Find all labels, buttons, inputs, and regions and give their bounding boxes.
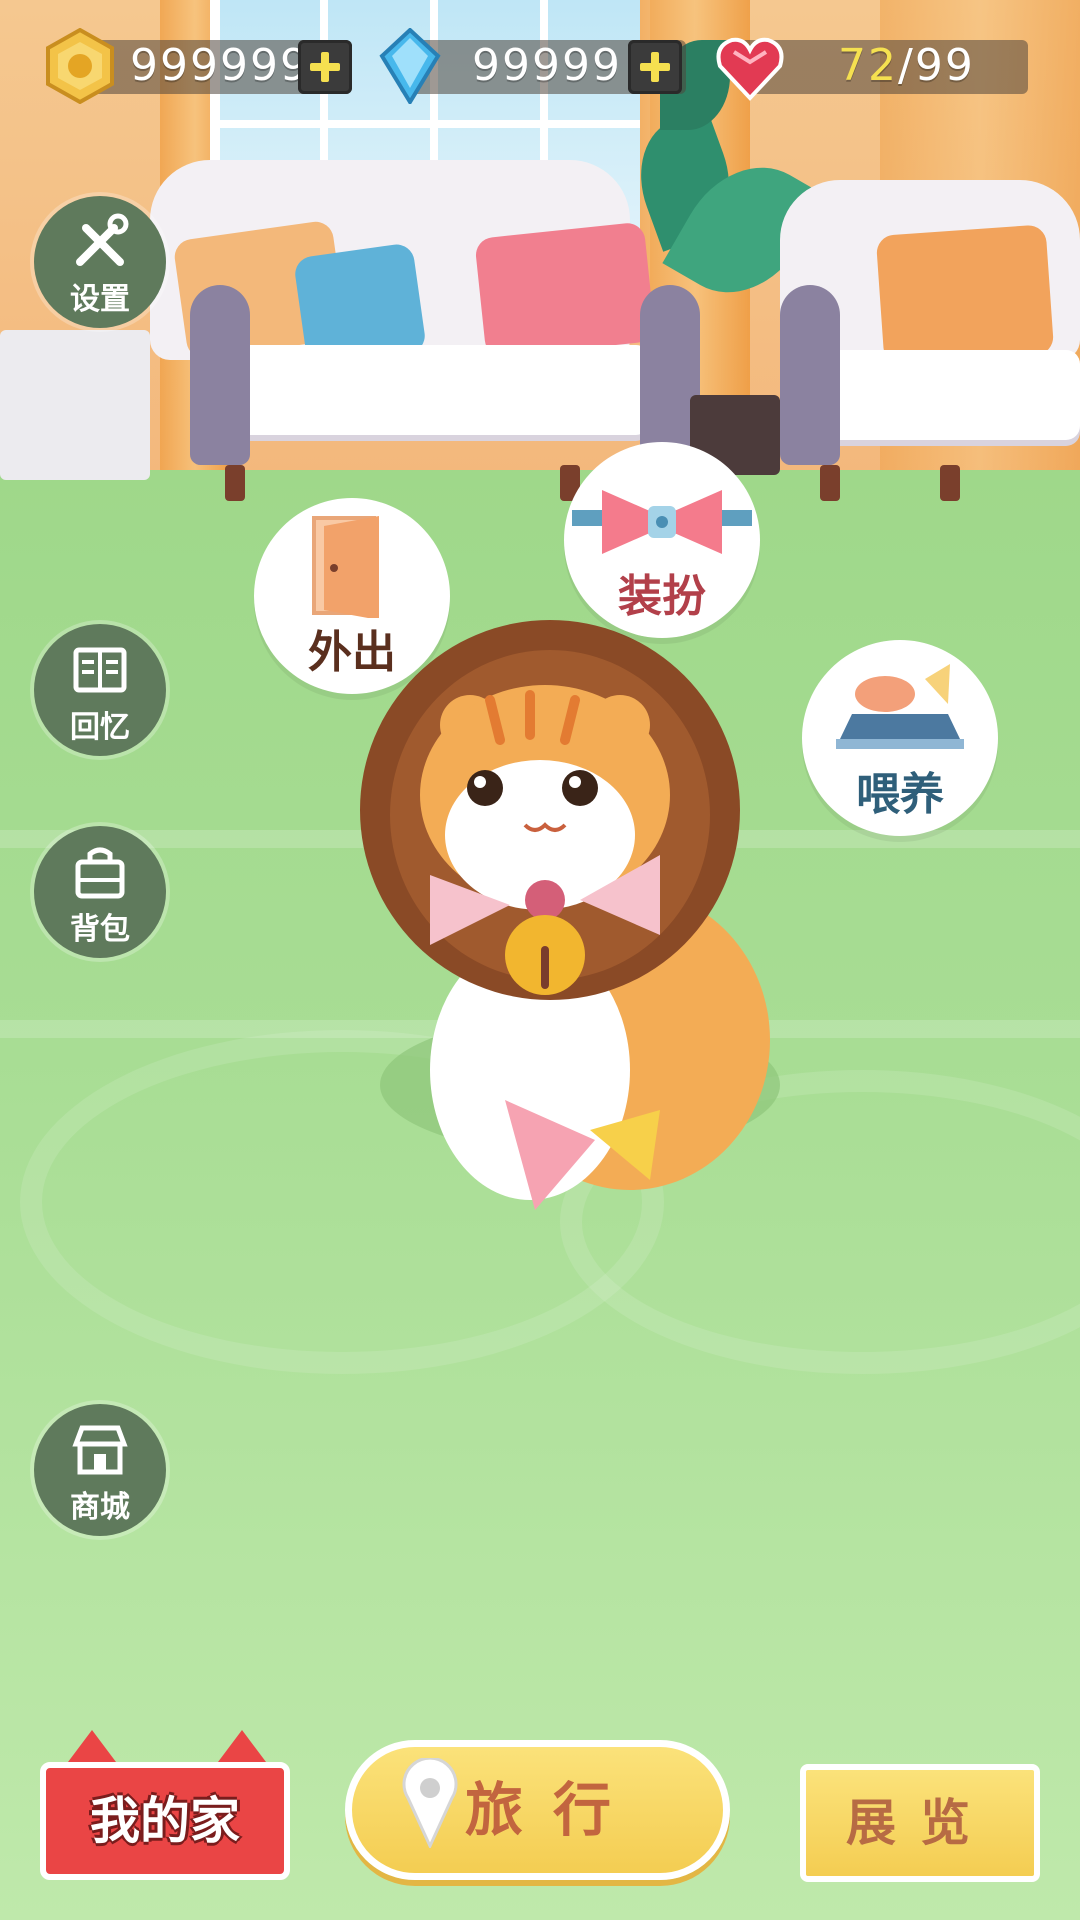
nav-travel-label: 旅行 [465,1776,642,1844]
settings-label: 设置 [70,282,130,317]
bag-icon [75,847,125,899]
heart-current: 72 [838,40,898,91]
shop-icon [72,1425,128,1475]
fish-bowl-icon [836,664,964,749]
gem-count: 99999 [472,40,622,91]
map-pin-icon [402,1758,458,1848]
feed-label: 喂养 [856,769,944,820]
book-icon [73,647,127,693]
backpack-label: 背包 [70,912,130,947]
feed-button[interactable]: 喂养 [802,640,998,836]
cat-character[interactable] [330,610,830,1230]
coin-count: 999999 [130,40,310,91]
coin-icon [46,28,114,104]
bow-icon [572,490,752,554]
nav-exhibition-label: 展览 [846,1794,994,1852]
heart-icon [716,37,784,101]
add-coins-button[interactable] [298,40,352,94]
go-out-button[interactable]: 外出 [254,498,450,694]
nav-home-label: 我的家 [90,1792,240,1850]
dress-up-button[interactable]: 装扮 [564,442,760,638]
wrench-screwdriver-icon [76,213,129,266]
backpack-button[interactable]: 背包 [34,826,166,958]
door-icon [312,516,379,618]
shop-button[interactable]: 商城 [34,1404,166,1536]
side-table [0,330,150,480]
add-gems-button[interactable] [628,40,682,94]
shop-label: 商城 [70,1490,130,1525]
memories-button[interactable]: 回忆 [34,624,166,756]
pillow [474,221,656,359]
gem-icon [379,28,441,104]
memories-label: 回忆 [70,710,130,745]
settings-button[interactable]: 设置 [34,196,166,328]
heart-max: 99 [914,40,975,91]
go-out-label: 外出 [308,627,396,678]
dress-up-label: 装扮 [618,571,706,622]
